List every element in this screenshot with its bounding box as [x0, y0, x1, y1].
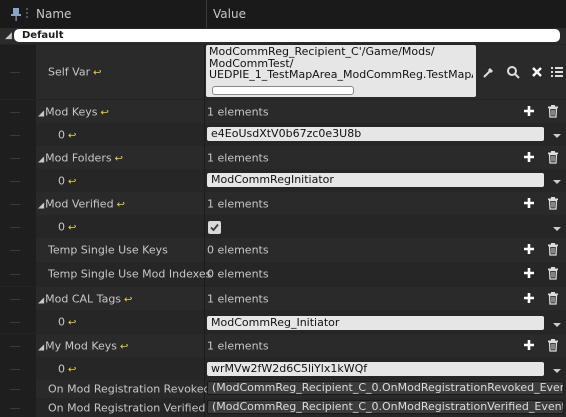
category-pill — [14, 29, 560, 42]
chevron-down-icon[interactable] — [552, 177, 562, 187]
plus-icon[interactable] — [522, 338, 536, 352]
self-var-object-field[interactable]: ModCommReg_Recipient_C'/Game/Mods/ ModCo… — [206, 45, 476, 97]
temp-single-use-mod-indexes-label: Temp Single Use Mod Indexes — [48, 267, 212, 281]
plus-icon[interactable] — [522, 291, 536, 305]
name-column-header[interactable]: Name — [36, 7, 71, 21]
plus-icon[interactable] — [522, 196, 536, 210]
my-mod-keys-item-input[interactable]: wrMVw2fW2d6C5liYlx1kWQf — [207, 362, 544, 376]
reset-to-default-icon[interactable]: ↩ — [68, 130, 76, 141]
row-mod-folders[interactable]: ◢Mod Folders ↩ 1 elements — [0, 146, 566, 169]
reset-to-default-icon[interactable]: ↩ — [120, 341, 128, 352]
reset-to-default-icon[interactable]: ↩ — [124, 294, 132, 305]
plus-icon[interactable] — [522, 266, 536, 280]
mod-cal-tags-count: 1 elements — [207, 292, 269, 305]
trash-icon[interactable] — [546, 266, 560, 280]
on-mod-registration-revoked-value[interactable]: (ModCommReg_Recipient_C_0.OnModRegistrat… — [207, 381, 564, 395]
mod-folders-count: 1 elements — [207, 151, 269, 164]
mod-folders-label: ◢Mod Folders ↩ — [38, 151, 123, 164]
mod-verified-item-label: 0 ↩ — [58, 220, 77, 233]
temp-single-use-mod-indexes-count: 0 elements — [207, 267, 269, 281]
pin-icon[interactable] — [10, 7, 22, 21]
row-mod-cal-tags[interactable]: ◢Mod CAL Tags ↩ 1 elements — [0, 287, 566, 310]
trash-icon[interactable] — [546, 196, 560, 210]
reset-to-default-icon[interactable]: ↩ — [68, 317, 76, 328]
reset-to-default-icon[interactable]: ↩ — [68, 222, 76, 233]
magnifier-icon[interactable] — [506, 65, 520, 79]
reset-to-default-icon[interactable]: ↩ — [68, 176, 76, 187]
mod-keys-count: 1 elements — [207, 105, 269, 118]
details-header: Name Value — [0, 0, 566, 29]
temp-single-use-keys-label: Temp Single Use Keys — [48, 243, 168, 257]
on-mod-registration-verified-label: On Mod Registration Verified↩ — [48, 401, 217, 414]
mod-folders-item-input[interactable]: ModCommRegInitiator — [207, 173, 544, 187]
mod-verified-count: 1 elements — [207, 197, 269, 210]
reset-to-default-icon[interactable]: ↩ — [68, 364, 76, 375]
mod-cal-tags-item-label: 0 ↩ — [58, 315, 77, 328]
row-my-mod-keys[interactable]: ◢My Mod Keys ↩ 1 elements — [0, 334, 566, 357]
my-mod-keys-label: ◢My Mod Keys ↩ — [38, 339, 129, 352]
column-splitter[interactable] — [206, 0, 207, 28]
chevron-down-icon[interactable] — [552, 366, 562, 376]
trash-icon[interactable] — [546, 291, 560, 305]
header-grip — [26, 8, 28, 20]
on-mod-registration-verified-value[interactable]: (ModCommReg_Recipient_C_0.OnModRegistrat… — [207, 400, 564, 414]
reset-to-default-icon[interactable]: ↩ — [117, 199, 125, 210]
category-default[interactable]: ◢ Default — [0, 28, 566, 44]
mod-keys-item-input[interactable]: e4EoUsdXtV0b67zc0e3U8b — [207, 127, 544, 141]
on-mod-registration-revoked-label: On Mod Registration Revoked↩ — [48, 383, 222, 396]
category-label: Default — [22, 30, 64, 41]
plus-icon[interactable] — [522, 104, 536, 118]
my-mod-keys-count: 1 elements — [207, 339, 269, 352]
self-var-line-1: ModCommReg_Recipient_C'/Game/Mods/ — [209, 46, 435, 58]
mod-keys-label: ◢Mod Keys ↩ — [38, 105, 109, 118]
collapse-arrow-icon[interactable]: ◢ — [5, 31, 12, 41]
expand-arrow-icon: ◢ — [38, 108, 45, 117]
trash-icon[interactable] — [546, 338, 560, 352]
mod-verified-checkbox[interactable] — [208, 221, 221, 234]
reset-to-default-icon[interactable]: ↩ — [115, 153, 123, 164]
chevron-down-icon[interactable] — [552, 131, 562, 141]
chevron-down-icon[interactable] — [552, 320, 562, 330]
mod-cal-tags-label: ◢Mod CAL Tags ↩ — [38, 292, 133, 305]
temp-single-use-keys-count: 0 elements — [207, 243, 269, 257]
chevron-down-icon[interactable] — [552, 224, 562, 234]
reset-to-default-icon[interactable]: ↩ — [101, 107, 109, 118]
eyedropper-icon[interactable] — [482, 65, 496, 79]
plus-icon[interactable] — [522, 242, 536, 256]
row-mod-verified-0: 0 ↩ — [0, 215, 566, 238]
row-temp-single-use-mod-indexes: Temp Single Use Mod Indexes 0 elements — [0, 262, 566, 286]
self-var-line-2: ModCommTest/ — [209, 57, 294, 69]
my-mod-keys-item-label: 0 ↩ — [58, 362, 77, 375]
mod-folders-item-label: 0 ↩ — [58, 174, 77, 187]
mod-keys-item-label: 0 ↩ — [58, 128, 77, 141]
trash-icon[interactable] — [546, 242, 560, 256]
row-mod-verified[interactable]: ◢Mod Verified ↩ 1 elements — [0, 192, 566, 215]
list-icon[interactable] — [550, 65, 564, 79]
mod-verified-label: ◢Mod Verified ↩ — [38, 197, 125, 210]
self-var-label: Self Var ↩ — [48, 65, 102, 79]
close-icon[interactable] — [530, 65, 544, 79]
self-var-scrollbar[interactable] — [212, 86, 354, 95]
plus-icon[interactable] — [522, 150, 536, 164]
self-var-line-3: UEDPIE_1_TestMapArea_ModCommReg.TestMapA… — [209, 69, 473, 81]
mod-cal-tags-item-input[interactable]: ModCommReg_Initiator — [207, 316, 544, 330]
value-column-header[interactable]: Value — [213, 7, 246, 21]
trash-icon[interactable] — [546, 104, 560, 118]
row-mod-keys[interactable]: ◢Mod Keys ↩ 1 elements — [0, 100, 566, 123]
row-temp-single-use-keys: Temp Single Use Keys 0 elements — [0, 238, 566, 262]
reset-to-default-icon[interactable]: ↩ — [93, 68, 101, 79]
trash-icon[interactable] — [546, 150, 560, 164]
